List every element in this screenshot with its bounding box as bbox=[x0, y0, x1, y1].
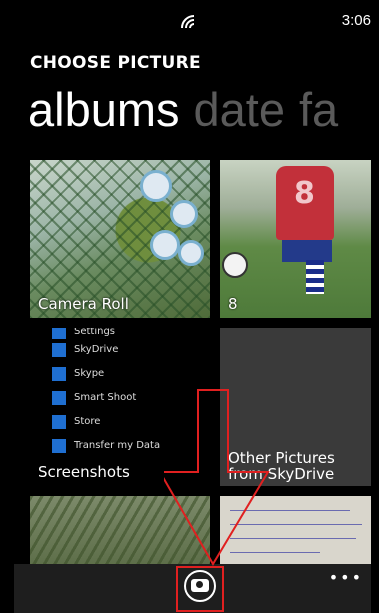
preview-item: Smart Shoot bbox=[52, 388, 137, 408]
preview-item: Transfer my Data bbox=[52, 436, 161, 456]
handwriting-line bbox=[230, 538, 356, 539]
preview-item: Store bbox=[52, 412, 101, 432]
album-count-label: 8 bbox=[228, 295, 238, 313]
other-pictures-label: Other Pictures from SkyDrive bbox=[228, 450, 335, 482]
album-tile-partial[interactable] bbox=[220, 496, 371, 564]
preview-item: Skype bbox=[52, 364, 105, 384]
handwriting-line bbox=[230, 552, 320, 553]
handwriting-line bbox=[230, 510, 350, 511]
right-edge bbox=[371, 0, 379, 613]
preview-item-label: Store bbox=[74, 416, 101, 427]
sign-disc bbox=[150, 230, 180, 260]
soccer-ball bbox=[222, 252, 248, 278]
annotation-highlight-box bbox=[176, 566, 224, 612]
other-pictures-title: Other Pictures bbox=[228, 449, 335, 467]
pivot-albums[interactable]: albums bbox=[28, 80, 180, 140]
preview-item-label: SkyDrive bbox=[74, 344, 119, 355]
preview-item-label: Smart Shoot bbox=[74, 392, 137, 403]
pivot-favorites[interactable]: fa bbox=[299, 80, 338, 140]
album-tile-partial[interactable] bbox=[30, 496, 210, 564]
preview-item: SkyDrive bbox=[52, 340, 119, 360]
pivot-header: albums date fa bbox=[28, 80, 352, 140]
preview-item-label: Transfer my Data bbox=[74, 440, 161, 451]
sign-disc bbox=[178, 240, 204, 266]
photo-shorts bbox=[282, 240, 332, 262]
other-pictures-tile[interactable]: Other Pictures from SkyDrive bbox=[220, 328, 371, 486]
page-title: CHOOSE PICTURE bbox=[30, 53, 201, 73]
sign-disc bbox=[170, 200, 198, 228]
preview-item-label: Settings bbox=[74, 328, 116, 337]
app-icon bbox=[52, 328, 66, 339]
album-tile-8[interactable]: 8 8 bbox=[220, 160, 371, 318]
cloud-icon bbox=[52, 343, 66, 357]
preview-item-label: Skype bbox=[74, 368, 105, 379]
transfer-icon bbox=[52, 439, 66, 453]
photo-sock bbox=[306, 260, 324, 294]
status-bar: 3:06 bbox=[14, 0, 371, 34]
camera-roll-tile[interactable]: Camera Roll bbox=[30, 160, 210, 318]
clock: 3:06 bbox=[341, 12, 371, 29]
phone-screen: 3:06 CHOOSE PICTURE albums date fa Camera … bbox=[14, 0, 371, 613]
ellipsis-icon[interactable]: ••• bbox=[329, 568, 363, 587]
camera-roll-label: Camera Roll bbox=[38, 295, 129, 313]
pivot-date[interactable]: date bbox=[194, 80, 285, 140]
store-icon bbox=[52, 415, 66, 429]
other-pictures-subtitle: from SkyDrive bbox=[228, 465, 335, 483]
sign-disc bbox=[140, 170, 172, 202]
skype-icon bbox=[52, 367, 66, 381]
wifi-signal-icon bbox=[181, 15, 195, 29]
photo-shirt-number: 8 bbox=[294, 176, 315, 211]
screenshots-tile[interactable]: Settings SkyDrive Skype Smart Shoot Stor… bbox=[30, 328, 210, 486]
handwriting-line bbox=[230, 524, 362, 525]
screenshots-label: Screenshots bbox=[38, 463, 130, 481]
smart-shoot-icon bbox=[52, 391, 66, 405]
left-edge bbox=[0, 0, 14, 613]
